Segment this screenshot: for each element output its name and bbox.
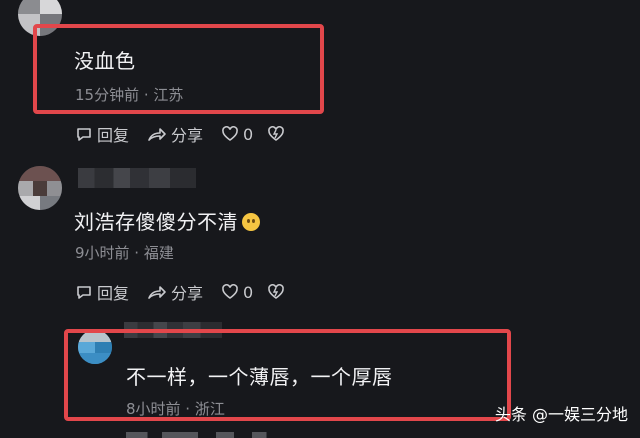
heart-icon [222,283,238,299]
dislike-button[interactable] [267,125,289,143]
comment-text: 刘浩存傻傻分不清 [74,206,260,235]
share-button[interactable]: 分享 [147,122,203,146]
blurred-username [78,168,196,188]
highlight-box [33,24,324,114]
reply-icon [77,128,91,141]
like-button[interactable]: 0 [221,125,253,144]
share-button[interactable]: 分享 [147,280,203,304]
highlight-box [64,329,511,421]
like-button[interactable]: 0 [221,283,253,302]
heart-icon [222,125,238,141]
reply-icon [77,286,91,299]
reply-button[interactable]: 回复 [75,122,129,146]
comment-actions: 回复 分享 0 [75,280,307,304]
partial-actions-row [126,432,306,438]
share-icon [148,128,166,141]
broken-heart-icon [268,125,285,141]
comment-meta: 9小时前 · 福建 [75,244,174,262]
avatar[interactable] [18,166,62,210]
dislike-button[interactable] [267,283,289,301]
share-icon [148,286,166,299]
broken-heart-icon [268,283,285,299]
watermark: 头条 @一娱三分地 [494,405,628,424]
confused-emoji-icon [242,213,260,231]
comment-actions: 回复 分享 0 [75,122,307,146]
reply-button[interactable]: 回复 [75,280,129,304]
